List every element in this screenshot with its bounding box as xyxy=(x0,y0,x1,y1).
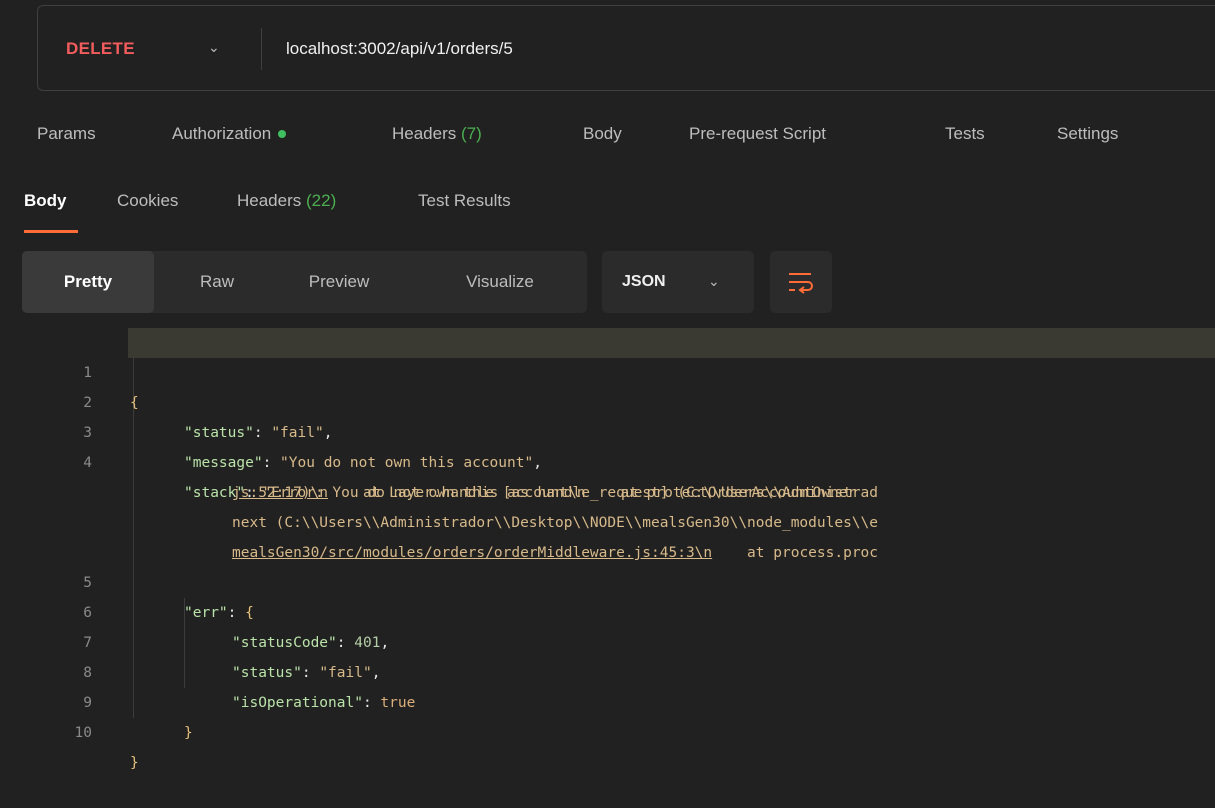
tab-label: Authorization xyxy=(172,124,272,143)
view-mode-group: Pretty Raw Preview Visualize xyxy=(22,251,587,313)
code-line: 1 { xyxy=(0,328,1215,411)
preview-button[interactable]: Preview xyxy=(284,251,394,313)
tab-tests[interactable]: Tests xyxy=(945,124,985,144)
line-number: 10 xyxy=(74,725,92,741)
code-line: js:52:17)\n at Layer.handle [as handle_r… xyxy=(0,448,1215,501)
tab-label: Headers xyxy=(392,124,457,143)
active-tab-indicator xyxy=(24,230,78,233)
tab-label: Body xyxy=(583,124,622,143)
code-line: 7 "status": "fail", xyxy=(0,598,1215,681)
response-tab-test-results[interactable]: Test Results xyxy=(418,191,511,211)
headers-count: (22) xyxy=(306,191,337,210)
code-line: next (C:\\Users\\Administrador\\Desktop\… xyxy=(0,478,1215,531)
code-line: 10 } xyxy=(0,688,1215,771)
response-tab-body[interactable]: Body xyxy=(24,191,67,211)
code-line: 9 } xyxy=(0,658,1215,741)
wrap-text-icon xyxy=(789,273,813,294)
code-line: 4 "stack": "Error: You do not own this a… xyxy=(0,418,1215,501)
wrap-lines-button[interactable] xyxy=(770,251,832,313)
code-line: 5 "err": { xyxy=(0,538,1215,621)
code-line: 3 "message": "You do not own this accoun… xyxy=(0,388,1215,471)
code-line: 6 "statusCode": 401, xyxy=(0,568,1215,651)
raw-button[interactable]: Raw xyxy=(172,251,262,313)
http-method-selector[interactable]: DELETE xyxy=(66,39,135,59)
code-line: 2 "status": "fail", xyxy=(0,358,1215,441)
tab-params[interactable]: Params xyxy=(37,124,96,144)
headers-count: (7) xyxy=(461,124,482,143)
url-input[interactable]: localhost:3002/api/v1/orders/5 xyxy=(286,39,513,59)
tab-body[interactable]: Body xyxy=(583,124,622,144)
response-tab-cookies[interactable]: Cookies xyxy=(117,191,178,211)
pretty-button[interactable]: Pretty xyxy=(22,251,154,313)
tab-settings[interactable]: Settings xyxy=(1057,124,1118,144)
tab-label: Pre-request Script xyxy=(689,124,826,143)
request-url-bar: DELETE ⌄ localhost:3002/api/v1/orders/5 xyxy=(37,5,1215,91)
language-label: JSON xyxy=(622,273,666,290)
chevron-down-icon[interactable]: ⌄ xyxy=(208,39,220,56)
tab-label: Tests xyxy=(945,124,985,143)
divider xyxy=(261,28,262,70)
status-dot-icon xyxy=(278,129,287,138)
language-selector[interactable]: JSON ⌄ xyxy=(602,251,754,313)
code-line: mealsGen30/src/modules/orders/orderMiddl… xyxy=(0,508,1215,561)
tab-authorization[interactable]: Authorization xyxy=(172,124,287,144)
code-token: } xyxy=(130,755,139,771)
response-body-editor[interactable]: 1 { 2 "status": "fail", 3 "message": "Yo… xyxy=(0,328,1215,784)
tab-headers[interactable]: Headers (7) xyxy=(392,124,482,144)
visualize-button[interactable]: Visualize xyxy=(438,251,562,313)
tab-label: Params xyxy=(37,124,96,143)
tab-pre-request-script[interactable]: Pre-request Script xyxy=(689,124,826,144)
response-tab-headers[interactable]: Headers (22) xyxy=(237,191,336,211)
code-token: } xyxy=(184,725,193,741)
code-line: 8 "isOperational": true xyxy=(0,628,1215,711)
chevron-down-icon: ⌄ xyxy=(708,273,720,289)
tab-label: Settings xyxy=(1057,124,1119,143)
tab-label: Headers xyxy=(237,191,302,210)
